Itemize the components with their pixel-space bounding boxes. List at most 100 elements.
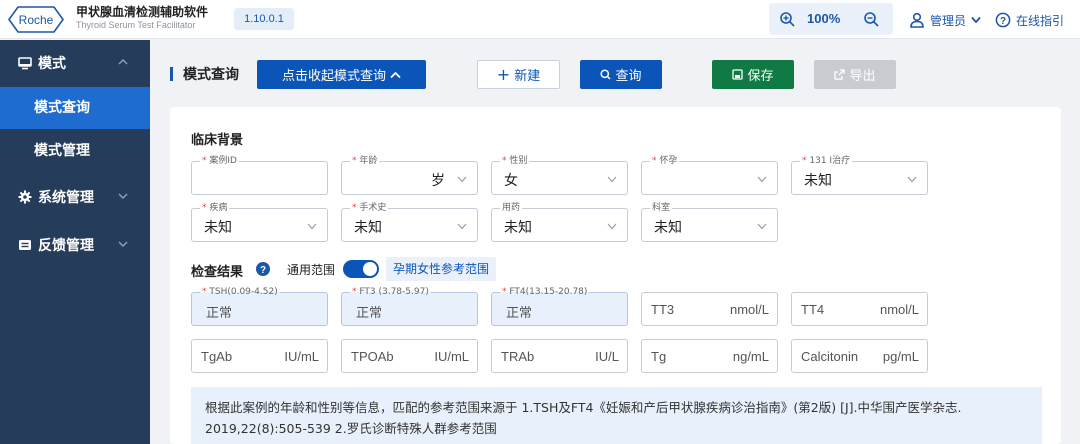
tt4-unit: nmol/L (879, 302, 919, 317)
trab-input[interactable]: TRAb IU/L (491, 339, 628, 373)
svg-text:?: ? (260, 265, 266, 276)
help-icon[interactable]: ? (256, 262, 270, 276)
save-button[interactable]: 保存 (712, 60, 794, 89)
medication-label: 用药 (500, 202, 523, 214)
sidebar-item-mode-manage[interactable]: 模式管理 (0, 130, 150, 172)
help-icon: ? (995, 12, 1011, 28)
chevron-down-icon (971, 16, 981, 24)
tpoab-unit: IU/mL (434, 349, 469, 364)
export-icon (834, 69, 846, 80)
i131-treatment-select[interactable]: * 131 I治疗 未知 (791, 155, 928, 195)
tt4-input[interactable]: TT4 nmol/L (791, 292, 928, 326)
department-select[interactable]: 科室 未知 (641, 202, 778, 242)
export-button-label: 导出 (849, 69, 876, 84)
page-title: 模式查询 (170, 64, 239, 84)
tt3-placeholder: TT3 (651, 302, 675, 317)
sidebar-group-system[interactable]: 系统管理 (0, 174, 150, 220)
tgab-input[interactable]: TgAb IU/mL (191, 339, 328, 373)
ft3-value: 正常 (356, 306, 383, 321)
surgery-value: 未知 (354, 220, 382, 236)
new-button[interactable]: + 新建 (477, 60, 560, 89)
toggle-knob (363, 262, 377, 276)
export-button[interactable]: 导出 (814, 60, 896, 89)
app-subtitle: Thyroid Serum Test Facilitator (76, 20, 196, 30)
chevron-down-icon (457, 223, 467, 230)
zoom-control: 100% (769, 3, 893, 35)
query-button-label: 查询 (615, 69, 642, 84)
ft3-field[interactable]: * FT3 (3.78-5.97) 正常 (341, 286, 478, 326)
tsh-field[interactable]: * TSH(0.09-4.52) 正常 (191, 286, 328, 326)
ft4-label: FT4(13.15-20.78) (509, 287, 588, 297)
sidebar-group-label: 系统管理 (38, 190, 94, 206)
age-unit: 岁 (431, 173, 445, 189)
medication-select[interactable]: 用药 未知 (491, 202, 628, 242)
user-menu[interactable]: 管理员 (909, 11, 981, 29)
medication-value: 未知 (504, 220, 532, 236)
trab-unit: IU/L (595, 349, 619, 364)
pregnancy-label: 怀孕 (659, 156, 678, 166)
age-field[interactable]: * 年龄 岁 (341, 155, 478, 195)
general-range-label: 通用范围 (287, 263, 336, 277)
disease-select[interactable]: * 疾病 未知 (191, 202, 328, 242)
case-id-field[interactable]: * 案例ID (191, 155, 328, 195)
toggle-button-label: 点击收起模式查询 (281, 69, 386, 84)
gender-select[interactable]: * 性别 女 (491, 155, 628, 195)
tt3-input[interactable]: TT3 nmol/L (641, 292, 778, 326)
monitor-icon (18, 57, 32, 70)
chevron-down-icon (307, 223, 317, 230)
chevron-down-icon (907, 176, 917, 183)
tt4-placeholder: TT4 (801, 302, 825, 317)
case-id-label: 案例ID (209, 156, 237, 166)
zoom-out-icon[interactable] (863, 11, 879, 27)
gender-label: 性别 (509, 156, 528, 166)
zoom-in-icon[interactable] (779, 11, 795, 27)
page-title-text: 模式查询 (183, 67, 239, 83)
surgery-history-select[interactable]: * 手术史 未知 (341, 202, 478, 242)
reference-source-note: 根据此案例的年龄和性别等信息，匹配的参考范围来源于 1.TSH及FT4《妊娠和产… (191, 387, 1042, 444)
ft4-field[interactable]: * FT4(13.15-20.78) 正常 (491, 286, 628, 326)
disease-value: 未知 (204, 220, 232, 236)
age-label: 年龄 (359, 156, 378, 166)
ft3-label: FT3 (3.78-5.97) (359, 287, 429, 297)
search-icon (600, 69, 612, 80)
toggle-query-panel-button[interactable]: 点击收起模式查询 (257, 60, 426, 89)
calcitonin-unit: pg/mL (882, 349, 919, 364)
sidebar-group-feedback[interactable]: 反馈管理 (0, 222, 150, 268)
sidebar: 模式 模式查询 模式管理 系统管理 反馈管理 (0, 40, 150, 444)
app-title: 甲状腺血清检测辅助软件 (76, 5, 209, 19)
new-button-label: 新建 (514, 69, 541, 84)
tsh-label: TSH(0.09-4.52) (209, 287, 278, 297)
chevron-up-icon (118, 59, 128, 65)
sidebar-group-mode[interactable]: 模式 (0, 40, 150, 86)
results-section-title: 检查结果 (191, 265, 244, 280)
sidebar-group-label: 模式 (38, 56, 66, 72)
chevron-down-icon (607, 176, 617, 183)
chevron-down-icon (457, 176, 467, 183)
chevron-down-icon (118, 241, 128, 247)
tpoab-input[interactable]: TPOAb IU/mL (341, 339, 478, 373)
reference-range-toggle[interactable] (343, 260, 379, 278)
version-badge: 1.10.0.1 (234, 8, 294, 30)
title-accent (170, 67, 173, 81)
calcitonin-input[interactable]: Calcitonin pg/mL (791, 339, 928, 373)
sidebar-item-mode-query[interactable]: 模式查询 (0, 87, 150, 129)
gear-icon (18, 190, 32, 204)
department-label: 科室 (650, 202, 673, 214)
ft4-value: 正常 (506, 306, 533, 321)
clinical-section-title: 临床背景 (191, 133, 244, 148)
i131-value: 未知 (804, 173, 832, 189)
save-icon (732, 69, 744, 80)
help-link[interactable]: ? 在线指引 (995, 11, 1064, 29)
pregnant-range-label[interactable]: 孕期女性参考范围 (386, 257, 497, 281)
tsh-value: 正常 (206, 306, 233, 321)
save-button-label: 保存 (747, 69, 774, 84)
chevron-down-icon (607, 223, 617, 230)
disease-label: 疾病 (209, 203, 228, 213)
help-label: 在线指引 (1016, 13, 1065, 28)
tg-placeholder: Tg (651, 349, 667, 364)
svg-text:Roche: Roche (19, 13, 54, 27)
tg-input[interactable]: Tg ng/mL (641, 339, 778, 373)
query-button[interactable]: 查询 (580, 60, 662, 89)
pregnancy-select[interactable]: * 怀孕 (641, 155, 778, 195)
surgery-label: 手术史 (359, 203, 387, 213)
